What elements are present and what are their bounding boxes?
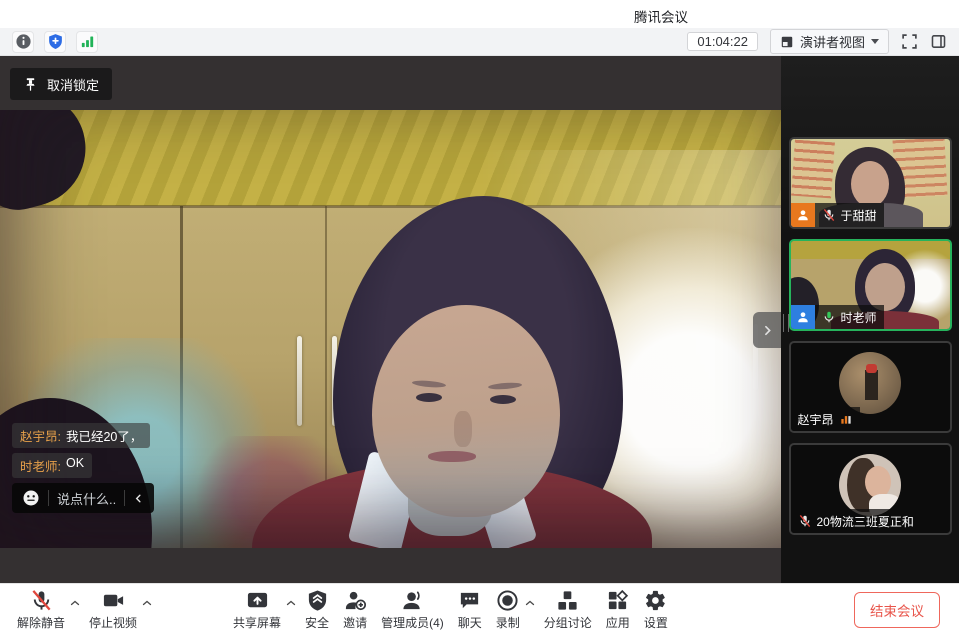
tencent-meeting-window: 腾讯会议 01:04:22 [0,0,959,636]
mic-on-icon [822,310,836,324]
manage-members-button[interactable]: 管理成员(4) [374,587,451,633]
button-label: 聊天 [458,614,482,631]
stop-video-button[interactable]: 停止视频 [82,587,144,633]
participant-name: 时老师 [841,309,877,326]
participant-tile[interactable]: 于甜甜 [789,137,952,229]
caret-down-icon [871,39,879,44]
meeting-content: 取消锁定 赵宇昂: 我已经20了， 时老师: OK [0,56,959,583]
divider [124,490,125,506]
button-label: 停止视频 [89,614,137,631]
chat-input-placeholder: 说点什么... [57,489,116,508]
participant-name: 于甜甜 [841,207,877,224]
button-label: 共享屏幕 [233,614,281,631]
participant-name: 20物流三班夏正和 [817,513,914,530]
mic-muted-icon [798,514,812,528]
apps-button[interactable]: 应用 [599,587,637,633]
mic-muted-icon [822,208,836,222]
chat-sender: 赵宇昂: [20,426,61,445]
security-button[interactable]: 安全 [298,587,336,633]
participant-tile[interactable]: 20物流三班夏正和 [789,443,952,535]
button-label: 安全 [305,614,329,631]
settings-button[interactable]: 设置 [637,587,675,633]
invite-person-icon [344,589,367,612]
unmute-button[interactable]: 解除静音 [10,587,72,633]
network-status-button[interactable] [76,31,98,53]
participant-label: 时老师 [815,305,884,329]
participant-name: 赵宇昂 [798,411,834,428]
caret-up-icon[interactable] [69,597,81,609]
signal-bars-icon [79,33,96,50]
topbar-right-group: 01:04:22 演讲者视图 [687,29,947,54]
breakout-rooms-icon [556,589,579,612]
participant-avatar [839,352,901,414]
mic-muted-icon [30,589,53,612]
button-label: 应用 [606,614,630,631]
main-video-stage: 取消锁定 赵宇昂: 我已经20了， 时老师: OK [0,56,781,583]
caret-up-icon[interactable] [141,597,153,609]
security-shield-icon [306,589,329,612]
chat-button[interactable]: 聊天 [451,587,489,633]
unpin-label: 取消锁定 [47,75,99,94]
chat-overlay: 赵宇昂: 我已经20了， 时老师: OK [12,423,154,513]
info-icon [15,33,32,50]
breakout-rooms-button[interactable]: 分组讨论 [537,587,599,633]
end-meeting-button[interactable]: 结束会议 [854,592,940,628]
camera-icon [102,589,125,612]
participant-avatar [839,454,901,516]
participant-label: 20物流三班夏正和 [791,509,921,533]
collapse-chat-icon[interactable] [133,493,144,504]
participant-label: 于甜甜 [815,203,884,227]
audio-level-icon [839,412,853,426]
button-label: 管理成员(4) [381,614,444,631]
chevron-right-icon [761,324,774,337]
bottom-toolbar: 解除静音 停止视频 共享屏幕 [0,583,959,636]
member-badge-icon [791,305,815,329]
members-icon [401,589,424,612]
record-icon [496,589,519,612]
fullscreen-icon[interactable] [901,33,918,50]
button-label: 解除静音 [17,614,65,631]
layout-icon [780,35,794,49]
shield-plus-icon [47,33,64,50]
unpin-button[interactable]: 取消锁定 [10,68,112,100]
button-label: 录制 [496,614,520,631]
button-label: 邀请 [343,614,367,631]
emoji-smiley-icon[interactable] [22,489,40,507]
share-screen-button[interactable]: 共享屏幕 [226,587,288,633]
titlebar: 腾讯会议 [0,0,959,28]
chat-bubble-icon [458,589,481,612]
toggle-sidebar-icon[interactable] [930,33,947,50]
button-label: 分组讨论 [544,614,592,631]
top-toolbar: 01:04:22 演讲者视图 [0,28,959,56]
chat-text: 我已经20了， [66,426,142,445]
record-button[interactable]: 录制 [489,587,527,633]
chat-message: 赵宇昂: 我已经20了， [12,423,154,448]
chat-input[interactable]: 说点什么... [12,483,154,513]
view-mode-label: 演讲者视图 [800,32,865,51]
chat-message: 时老师: OK [12,453,154,478]
participants-sidebar: 于甜甜 [781,56,959,583]
window-title: 腾讯会议 [634,6,688,26]
caret-up-icon[interactable] [285,597,297,609]
pushpin-icon [23,77,38,92]
meeting-timer: 01:04:22 [687,32,758,51]
view-mode-selector[interactable]: 演讲者视图 [770,29,889,54]
invite-button[interactable]: 邀请 [336,587,374,633]
caret-up-icon[interactable] [524,597,536,609]
sidebar-collapse-handle[interactable] [753,312,781,348]
participant-tile[interactable]: 赵宇昂 [789,341,952,433]
settings-gear-icon [644,589,667,612]
chat-sender: 时老师: [20,456,61,475]
button-label: 设置 [644,614,668,631]
divider [48,490,49,506]
member-badge-icon [791,203,815,227]
share-screen-icon [246,589,269,612]
letterbox-bottom [0,548,781,583]
apps-grid-icon [606,589,629,612]
participant-label: 赵宇昂 [791,407,860,431]
meeting-info-button[interactable] [12,31,34,53]
participant-tile-active[interactable]: 时老师 [789,239,952,331]
chat-text: OK [66,456,84,475]
meeting-protect-button[interactable] [44,31,66,53]
